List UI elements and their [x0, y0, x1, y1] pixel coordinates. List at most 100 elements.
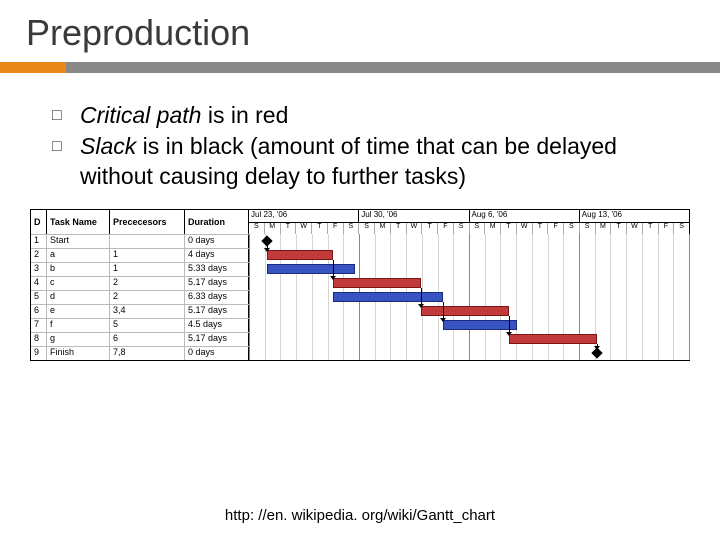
task-band: [249, 276, 689, 290]
col-pred: Prececesors: [110, 210, 185, 234]
cell-pred: 7,8: [110, 347, 185, 360]
task-band: [249, 346, 689, 360]
day-label: T: [281, 223, 297, 235]
day-label: S: [564, 223, 580, 235]
task-band: [249, 290, 689, 304]
day-row: SMTWTFSSMTWTFSSMTWTFSSMTWTFS: [249, 223, 689, 235]
task-band: [249, 234, 689, 248]
gantt-header-left: D Task Name Prececesors Duration: [31, 210, 249, 234]
gantt-header: D Task Name Prececesors Duration Jul 23,…: [31, 210, 689, 234]
critical-bar: [267, 250, 333, 260]
bullet-emph: Critical path: [80, 102, 201, 128]
cell-task: Start: [47, 235, 110, 248]
day-label: S: [674, 223, 689, 235]
task-band: [249, 248, 689, 262]
table-row: 7f54.5 days: [31, 318, 249, 332]
day-label: S: [470, 223, 486, 235]
arrow-down-icon: [440, 318, 446, 322]
critical-bar: [509, 334, 597, 344]
cell-dur: 0 days: [185, 235, 249, 248]
cell-id: 3: [31, 263, 47, 276]
task-band: [249, 318, 689, 332]
table-row: 1Start 0 days: [31, 234, 249, 248]
bullet-item: □ Critical path is in red: [52, 101, 680, 130]
day-label: W: [627, 223, 643, 235]
bullet-item: □ Slack is in black (amount of time that…: [52, 132, 680, 191]
day-label: M: [485, 223, 501, 235]
cell-task: c: [47, 277, 110, 290]
day-label: T: [643, 223, 659, 235]
noncritical-bar: [333, 292, 443, 302]
arrow-down-icon: [264, 248, 270, 252]
cell-pred: [110, 235, 185, 248]
day-label: S: [580, 223, 596, 235]
cell-pred: 6: [110, 333, 185, 346]
task-band: [249, 304, 689, 318]
day-label: S: [454, 223, 470, 235]
cell-id: 5: [31, 291, 47, 304]
cell-id: 1: [31, 235, 47, 248]
table-row: 4c25.17 days: [31, 276, 249, 290]
cell-dur: 4.5 days: [185, 319, 249, 332]
task-band: [249, 332, 689, 346]
square-bullet-icon: □: [52, 132, 80, 191]
week-row: Jul 23, '06Jul 30, '06Aug 6, '06Aug 13, …: [249, 210, 689, 223]
bullet-rest: is in black (amount of time that can be …: [80, 133, 617, 188]
gantt-task-table: 1Start0 days2a14 days3b15.33 days4c25.17…: [31, 234, 249, 360]
day-label: T: [391, 223, 407, 235]
arrow-down-icon: [506, 332, 512, 336]
cell-id: 9: [31, 347, 47, 360]
accent-orange: [0, 62, 66, 73]
bullet-rest: is in red: [201, 102, 288, 128]
day-label: M: [375, 223, 391, 235]
arrow-down-icon: [330, 276, 336, 280]
slide-title: Preproduction: [0, 0, 720, 62]
table-row: 6e3,45.17 days: [31, 304, 249, 318]
day-label: W: [296, 223, 312, 235]
cell-task: d: [47, 291, 110, 304]
cell-id: 7: [31, 319, 47, 332]
col-id: D: [31, 210, 47, 234]
bullet-text: Critical path is in red: [80, 101, 680, 130]
col-task: Task Name: [47, 210, 110, 234]
week-label: Jul 23, '06: [249, 210, 359, 222]
day-label: F: [328, 223, 344, 235]
day-label: W: [407, 223, 423, 235]
bullet-list: □ Critical path is in red □ Slack is in …: [0, 73, 720, 191]
cell-dur: 6.33 days: [185, 291, 249, 304]
table-row: 8g65.17 days: [31, 332, 249, 346]
cell-id: 4: [31, 277, 47, 290]
noncritical-bar: [443, 320, 518, 330]
day-label: T: [422, 223, 438, 235]
cell-id: 6: [31, 305, 47, 318]
accent-bar: [0, 62, 720, 73]
day-label: T: [611, 223, 627, 235]
cell-pred: 5: [110, 319, 185, 332]
cell-dur: 5.17 days: [185, 305, 249, 318]
cell-id: 8: [31, 333, 47, 346]
arrow-down-icon: [418, 304, 424, 308]
cell-pred: 1: [110, 263, 185, 276]
noncritical-bar: [267, 264, 355, 274]
critical-bar: [333, 278, 421, 288]
cell-dur: 0 days: [185, 347, 249, 360]
bullet-text: Slack is in black (amount of time that c…: [80, 132, 680, 191]
day-label: F: [548, 223, 564, 235]
week-label: Jul 30, '06: [359, 210, 469, 222]
cell-pred: 3,4: [110, 305, 185, 318]
milestone-icon: [261, 236, 272, 247]
cell-pred: 1: [110, 249, 185, 262]
cell-task: g: [47, 333, 110, 346]
task-band: [249, 262, 689, 276]
cell-id: 2: [31, 249, 47, 262]
square-bullet-icon: □: [52, 101, 80, 130]
accent-gray: [66, 62, 720, 73]
cell-task: a: [47, 249, 110, 262]
day-label: W: [517, 223, 533, 235]
cell-dur: 4 days: [185, 249, 249, 262]
cell-pred: 2: [110, 277, 185, 290]
table-row: 9Finish7,80 days: [31, 346, 249, 360]
cell-task: e: [47, 305, 110, 318]
week-label: Aug 13, '06: [580, 210, 689, 222]
col-dur: Duration: [185, 210, 249, 234]
